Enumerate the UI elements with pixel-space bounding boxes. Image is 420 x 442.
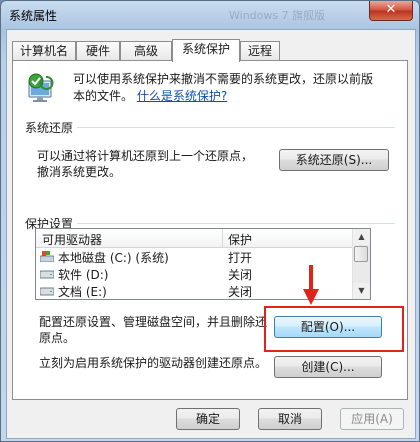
create-description: 立刻为启用系统保护的驱动器创建还原点。 bbox=[39, 356, 268, 370]
column-available-drives[interactable]: 可用驱动器 bbox=[42, 231, 102, 248]
drive-protection-status: 关闭 bbox=[228, 268, 253, 282]
drive-icon bbox=[40, 287, 54, 296]
close-button[interactable]: ✕ bbox=[369, 1, 413, 21]
system-protection-icon bbox=[28, 73, 54, 102]
drive-name: 文档 (E:) bbox=[58, 285, 107, 299]
tab-remote[interactable]: 远程 bbox=[240, 41, 280, 61]
ok-button[interactable]: 确定 bbox=[176, 408, 240, 430]
column-protection[interactable]: 保护 bbox=[228, 231, 252, 248]
drive-name: 软件 (D:) bbox=[58, 268, 109, 282]
system-restore-heading: 系统还原 bbox=[25, 119, 78, 136]
annotation-arrow-icon bbox=[303, 265, 319, 305]
scroll-thumb[interactable] bbox=[354, 246, 368, 262]
window-title: 系统属性 bbox=[9, 9, 58, 23]
close-icon: ✕ bbox=[385, 2, 397, 17]
system-restore-button[interactable]: 系统还原(S)... bbox=[279, 149, 389, 171]
tab-hardware[interactable]: 硬件 bbox=[76, 41, 120, 61]
tab-advanced[interactable]: 高级 bbox=[120, 41, 172, 61]
drive-protection-status: 关闭 bbox=[228, 285, 253, 299]
dialog-client-area: 计算机名 硬件 高级 系统保护 远程 可以使用系统保护来撤消不需要的系统更改，还… bbox=[6, 29, 416, 439]
annotation-highlight-box bbox=[264, 306, 404, 352]
create-button[interactable]: 创建(C)... bbox=[274, 356, 382, 378]
drive-row-c[interactable]: 本地磁盘 (C:) (系统) 打开 bbox=[36, 248, 354, 265]
scroll-up-icon[interactable]: ▲ bbox=[353, 229, 370, 245]
background-window-title: Windows 7 旗舰版 bbox=[229, 9, 326, 22]
what-is-system-protection-link[interactable]: 什么是系统保护? bbox=[137, 89, 227, 103]
intro-line-2: 本的文件。 什么是系统保护? bbox=[73, 88, 393, 105]
title-bar[interactable]: 系统属性 Windows 7 旗舰版 ✕ bbox=[1, 1, 419, 27]
tab-computer-name[interactable]: 计算机名 bbox=[12, 41, 76, 61]
drive-list-scrollbar[interactable]: ▲ ▼ bbox=[352, 229, 370, 299]
drive-list[interactable]: 可用驱动器 保护 本地磁盘 (C:) (系统) 打开 软件 (D:) 关闭 文档… bbox=[35, 228, 371, 300]
configure-description: 配置还原设置、管理磁盘空间，并且删除还 原点。 bbox=[39, 314, 267, 346]
drive-name: 本地磁盘 (C:) (系统) bbox=[58, 251, 169, 265]
cancel-button[interactable]: 取消 bbox=[258, 408, 322, 430]
scroll-down-icon[interactable]: ▼ bbox=[353, 283, 370, 299]
configure-line-1: 配置还原设置、管理磁盘空间，并且删除还 bbox=[39, 315, 268, 329]
restore-group-divider bbox=[73, 127, 395, 128]
system-restore-line-1: 可以通过将计算机还原到上一个还原点， bbox=[37, 149, 254, 163]
system-restore-line-2: 撤消系统更改。 bbox=[37, 165, 122, 179]
protection-group-divider bbox=[73, 223, 395, 224]
configure-line-2: 原点。 bbox=[39, 331, 76, 345]
system-restore-description: 可以通过将计算机还原到上一个还原点， 撤消系统更改。 bbox=[37, 148, 253, 180]
intro-line-2-text: 本的文件。 bbox=[73, 89, 134, 103]
system-drive-icon bbox=[40, 251, 54, 262]
drive-list-header: 可用驱动器 保护 bbox=[36, 229, 354, 248]
tab-system-protection[interactable]: 系统保护 bbox=[172, 39, 240, 62]
intro-line-1: 可以使用系统保护来撤消不需要的系统更改，还原以前版 bbox=[73, 72, 374, 86]
intro-description: 可以使用系统保护来撤消不需要的系统更改，还原以前版 本的文件。 什么是系统保护? bbox=[73, 71, 393, 105]
apply-button[interactable]: 应用(A) bbox=[340, 408, 404, 430]
drive-icon bbox=[40, 270, 54, 279]
column-separator bbox=[222, 229, 223, 247]
drive-protection-status: 打开 bbox=[228, 251, 253, 265]
system-properties-window: 系统属性 Windows 7 旗舰版 ✕ 计算机名 硬件 高级 系统保护 远程 … bbox=[0, 0, 420, 442]
